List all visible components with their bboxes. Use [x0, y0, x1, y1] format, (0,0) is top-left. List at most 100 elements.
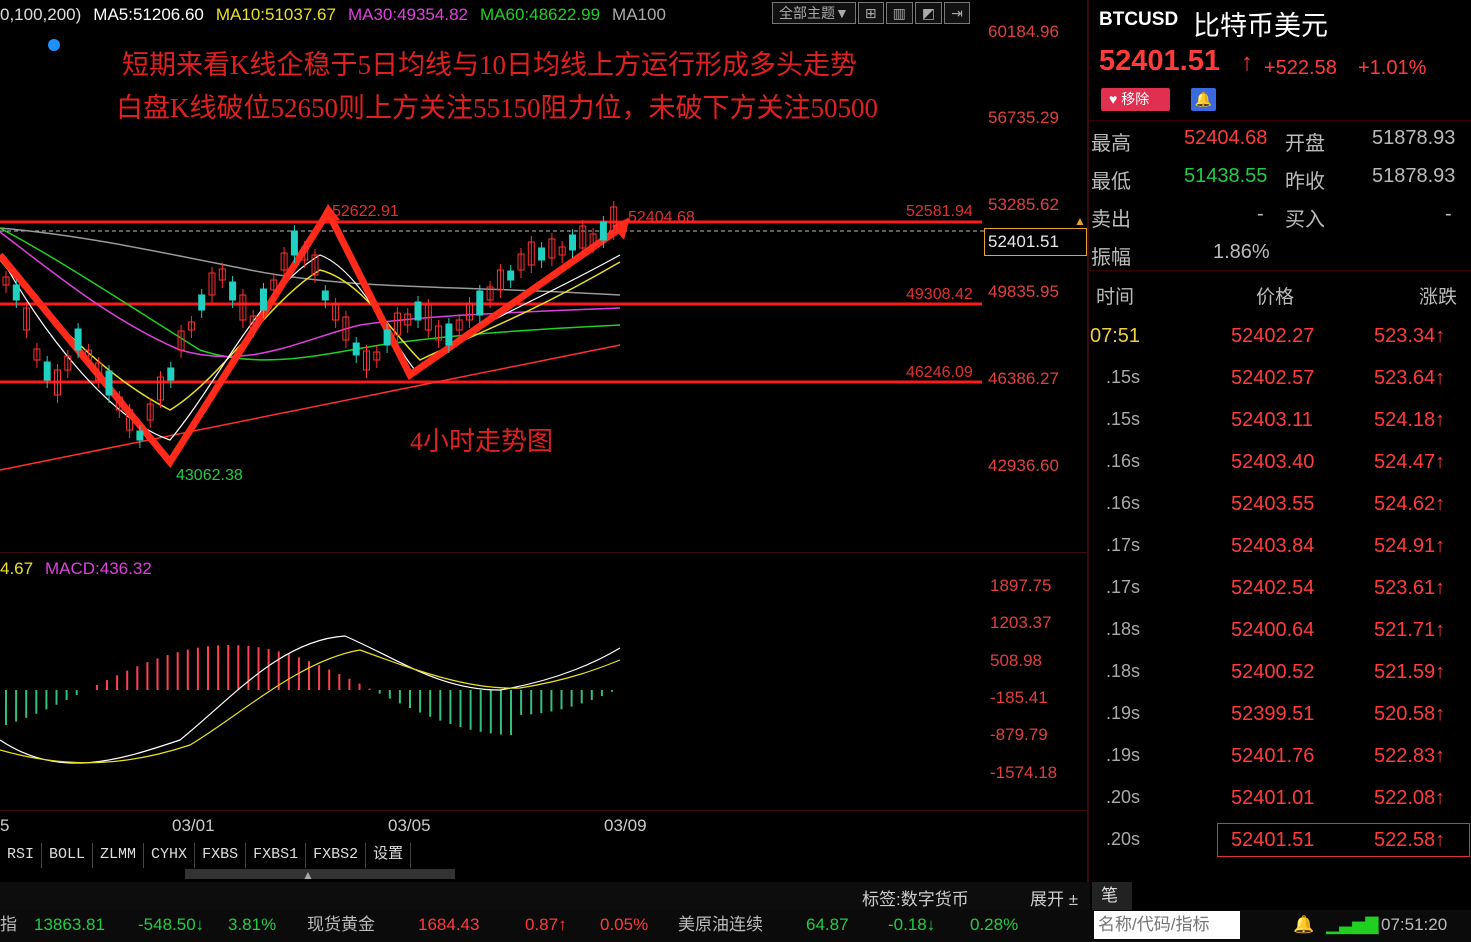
- status-bar: 指 13863.81 -548.50↓ 3.81% 现货黄金 1684.43 0…: [0, 910, 1471, 942]
- tick-row: .20s 52401.01 522.08↑: [1089, 778, 1471, 820]
- heart-icon: ♥: [1109, 91, 1122, 107]
- tick-change: 523.64↑: [1374, 367, 1446, 389]
- tick-change: 524.91↑: [1374, 535, 1446, 557]
- date-tick: 03/05: [388, 816, 431, 835]
- pen-tab[interactable]: 笔: [1092, 882, 1132, 910]
- bell-alert-icon[interactable]: 🔔: [1293, 910, 1314, 940]
- stat-value: 52404.68: [1184, 127, 1268, 149]
- divider: [1089, 120, 1471, 121]
- candle-body: [260, 288, 267, 311]
- search-input[interactable]: [1094, 911, 1240, 939]
- quote-panel: BTCUSD 比特币美元 52401.51 ↑ +522.58 +1.01% ♥…: [1089, 0, 1471, 882]
- horizontal-scrollbar[interactable]: [185, 869, 455, 879]
- indicator-tabs: RSI BOLL ZLMM CYHX FXBS FXBS1 FXBS2 设置: [0, 843, 412, 868]
- tick-price: 52403.55: [1231, 493, 1315, 515]
- price-up-icon: ↑: [1241, 49, 1253, 76]
- tick-price: 52402.54: [1231, 577, 1315, 599]
- tick-highlight: [1217, 823, 1470, 857]
- tick-price: 52400.64: [1231, 619, 1315, 641]
- tab-zlmm[interactable]: ZLMM: [93, 843, 145, 868]
- expand-button[interactable]: 展开 ±: [1030, 885, 1078, 910]
- symbol-code: BTCUSD: [1099, 9, 1179, 30]
- tick-row: .18s 52400.64 521.71↑: [1089, 610, 1471, 652]
- index-pct: 3.81%: [228, 915, 277, 934]
- macd-tick: -1574.18: [990, 763, 1058, 782]
- tick-header-change: 涨跌: [1419, 287, 1458, 308]
- tick-time: .19s: [1106, 703, 1141, 723]
- up-marker-icon: ▲: [1074, 214, 1086, 228]
- tick-price: 52403.40: [1231, 451, 1315, 473]
- candle-body: [445, 323, 453, 346]
- tab-fxbs[interactable]: FXBS: [195, 843, 247, 868]
- stat-label: 最低: [1091, 171, 1131, 193]
- date-tick: 5: [0, 816, 10, 835]
- price-tick: 56735.29: [988, 108, 1059, 127]
- tick-change: 524.18↑: [1374, 409, 1446, 431]
- date-tick: 03/09: [604, 816, 647, 835]
- tick-price: 52401.76: [1231, 745, 1315, 767]
- analysis-note-2: 白盘K线破位52650则上方关注55150阻力位，未破下方关注50500: [116, 93, 878, 123]
- pane-divider: [0, 810, 1087, 811]
- tick-price: 52401.01: [1231, 787, 1315, 809]
- tick-price: 52399.51: [1231, 703, 1315, 725]
- tick-time: .19s: [1106, 745, 1141, 765]
- tick-change: 521.71↑: [1374, 619, 1446, 641]
- tick-row: .15s 52403.11 524.18↑: [1089, 400, 1471, 442]
- price-change-pct: +1.01%: [1358, 57, 1427, 79]
- oil-price: 64.87: [806, 915, 849, 934]
- tick-time: .18s: [1106, 619, 1141, 639]
- tick-change: 524.62↑: [1374, 493, 1446, 515]
- tick-price: 52402.57: [1231, 367, 1315, 389]
- bell-icon[interactable]: 🔔: [1191, 88, 1216, 111]
- tab-cyhx[interactable]: CYHX: [144, 843, 196, 868]
- candle-body: [352, 342, 360, 356]
- tick-time: .17s: [1106, 535, 1141, 555]
- candle-body: [43, 361, 51, 381]
- dif-line: [0, 635, 621, 764]
- candle-body: [414, 301, 422, 321]
- tick-time: .16s: [1106, 493, 1141, 513]
- tick-row: .17s 52402.54 523.61↑: [1089, 568, 1471, 610]
- stat-value: 51878.93: [1372, 127, 1456, 149]
- tick-row: .16s 52403.40 524.47↑: [1089, 442, 1471, 484]
- tick-change: 522.08↑: [1374, 787, 1446, 809]
- index-value: 13863.81: [34, 915, 105, 934]
- gold-pct: 0.05%: [600, 915, 649, 934]
- tab-fxbs1[interactable]: FXBS1: [246, 843, 307, 868]
- tab-rsi[interactable]: RSI: [0, 843, 43, 868]
- oil-change: -0.18↓: [888, 915, 936, 934]
- tab-settings[interactable]: 设置: [366, 843, 412, 868]
- candle-body: [229, 281, 237, 301]
- candle-body: [321, 290, 329, 301]
- low-label: 43062.38: [176, 467, 243, 484]
- tick-change: 521.59↑: [1374, 661, 1446, 683]
- candle-body: [198, 294, 206, 311]
- level-label: 52581.94: [906, 203, 973, 220]
- tick-row: .19s 52401.76 522.83↑: [1089, 736, 1471, 778]
- tick-row: .18s 52400.52 521.59↑: [1089, 652, 1471, 694]
- tick-change: 520.58↑: [1374, 703, 1446, 725]
- scroll-thumb-icon[interactable]: ▲: [302, 868, 314, 882]
- macd-tick: 1203.37: [990, 613, 1052, 632]
- stat-value: 1.86%: [1213, 241, 1270, 263]
- gold-label[interactable]: 现货黄金: [307, 910, 375, 940]
- candle-body: [290, 230, 298, 256]
- stat-value: -: [1445, 203, 1452, 225]
- remove-favorite-button[interactable]: ♥ 移除: [1101, 88, 1170, 111]
- tick-row: 07:51 52402.27 523.34↑: [1089, 316, 1471, 358]
- pane-divider: [0, 552, 1087, 553]
- oil-label[interactable]: 美原油连续: [678, 910, 763, 940]
- gold-price: 1684.43: [418, 915, 480, 934]
- symbol-name: 比特币美元: [1193, 11, 1328, 41]
- stat-label: 买入: [1285, 209, 1325, 231]
- signal-icon: ▁▃▅▇: [1326, 915, 1379, 934]
- tab-boll[interactable]: BOLL: [42, 843, 94, 868]
- tick-header-price: 价格: [1256, 287, 1295, 308]
- peak-label: 52622.91: [332, 203, 399, 220]
- candle-body: [136, 430, 144, 441]
- stat-label: 振幅: [1091, 247, 1131, 269]
- tick-time: .17s: [1106, 577, 1141, 597]
- tab-fxbs2[interactable]: FXBS2: [306, 843, 367, 868]
- tick-row: .15s 52402.57 523.64↑: [1089, 358, 1471, 400]
- stat-label: 开盘: [1285, 133, 1325, 155]
